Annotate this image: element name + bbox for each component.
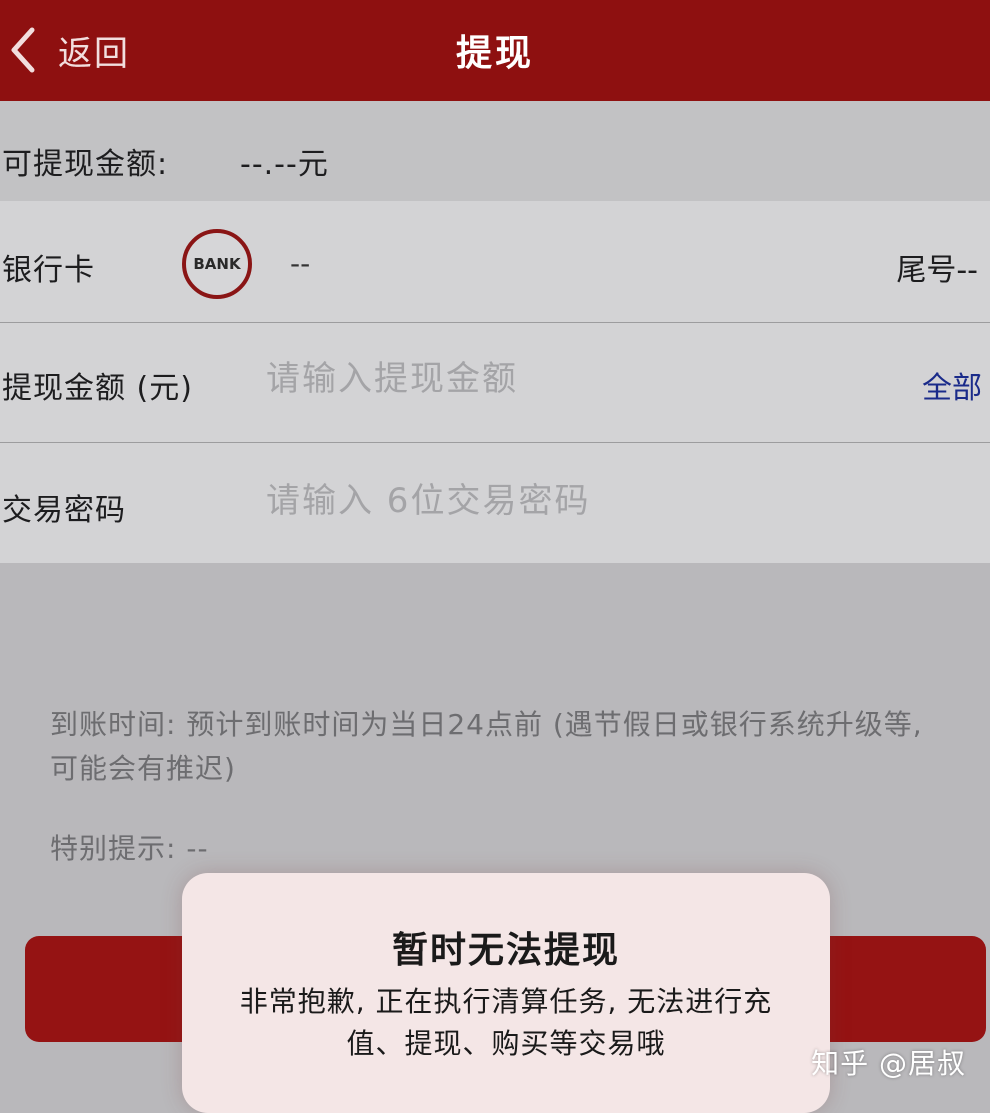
watermark: 知乎 @居叔 xyxy=(811,1047,966,1080)
nav-bar: 返回 提现 xyxy=(0,0,990,101)
bank-logo-icon: BANK xyxy=(182,229,252,299)
amount-input[interactable] xyxy=(266,359,826,399)
dialog-title: 暂时无法提现 xyxy=(391,930,620,971)
balance-label: 可提现金额: xyxy=(2,147,169,182)
balance-row: 可提现金额: --.--元 xyxy=(0,101,990,201)
notes-section: 到账时间: 预计到账时间为当日24点前 (遇节假日或银行系统升级等, 可能会有推… xyxy=(50,703,960,867)
bank-card-label: 银行卡 xyxy=(2,253,95,288)
password-row: 交易密码 xyxy=(0,443,990,563)
arrival-time-note: 到账时间: 预计到账时间为当日24点前 (遇节假日或银行系统升级等, 可能会有推… xyxy=(50,708,923,785)
page-title: 提现 xyxy=(455,33,534,74)
alert-dialog: 暂时无法提现 非常抱歉, 正在执行清算任务, 无法进行充值、提现、购买等交易哦 xyxy=(182,873,830,1113)
bank-tail-number: 尾号-- xyxy=(896,253,978,288)
amount-label: 提现金额 (元) xyxy=(2,371,193,406)
amount-row: 提现金额 (元) 全部 xyxy=(0,323,990,444)
balance-value: --.--元 xyxy=(240,147,329,182)
password-label: 交易密码 xyxy=(2,493,126,528)
withdraw-all-button[interactable]: 全部 xyxy=(922,363,982,407)
bank-name: -- xyxy=(290,247,311,280)
dialog-message: 非常抱歉, 正在执行清算任务, 无法进行充值、提现、购买等交易哦 xyxy=(239,985,773,1060)
password-input[interactable] xyxy=(266,481,826,521)
bank-logo-text: BANK xyxy=(193,255,241,273)
special-tip-note: 特别提示: -- xyxy=(50,832,209,865)
bank-card-row[interactable]: 银行卡 BANK -- 尾号-- xyxy=(0,201,990,324)
